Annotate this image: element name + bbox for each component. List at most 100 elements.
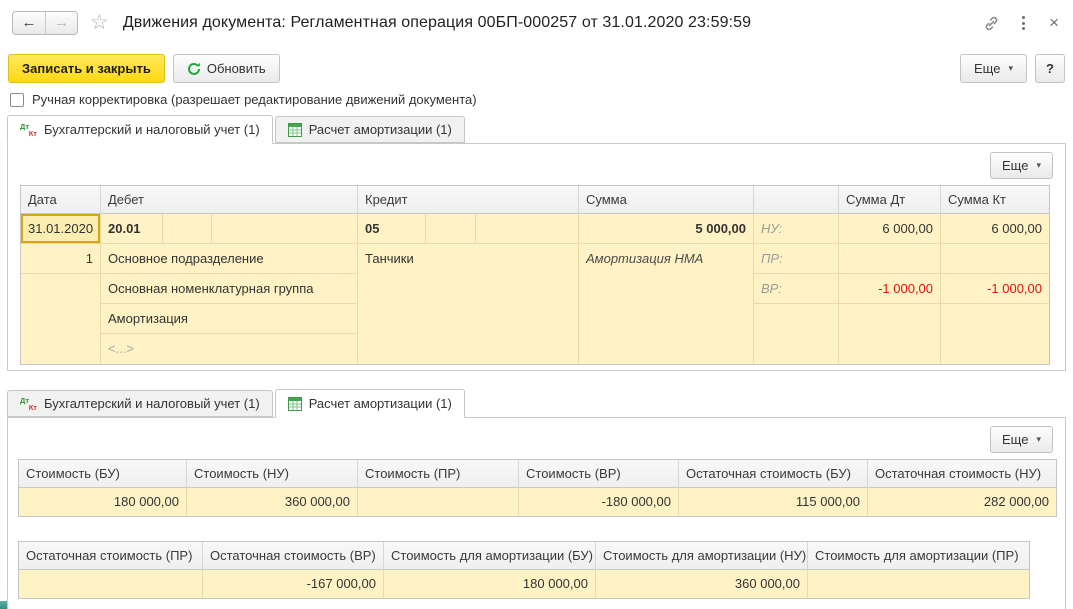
- tab-depreciation-calc[interactable]: Расчет амортизации (1): [275, 116, 465, 143]
- cell-amort-base-bu[interactable]: 180 000,00: [384, 570, 596, 598]
- refresh-button[interactable]: Обновить: [173, 54, 280, 83]
- col-header-amount-kt: Сумма Кт: [941, 186, 1049, 214]
- table-grid-icon: [288, 123, 302, 137]
- col-header-credit: Кредит: [358, 186, 579, 214]
- cell-amount-kt-pr[interactable]: [941, 244, 1049, 274]
- refresh-icon: [187, 62, 201, 76]
- col-header-cost-pr: Стоимость (ПР): [358, 460, 519, 488]
- col-header-debit: Дебет: [101, 186, 358, 214]
- more-label: Еще: [1002, 432, 1028, 447]
- cell-amount-dt-nu[interactable]: 6 000,00: [839, 214, 941, 244]
- tabstrip-movements: ДтКт Бухгалтерский и налоговый учет (1) …: [0, 109, 1073, 143]
- cell-amount-dt-vr[interactable]: -1 000,00: [839, 274, 941, 304]
- col-header-residual-vr: Остаточная стоимость (ВР): [203, 542, 384, 570]
- window-menu-icon[interactable]: [1018, 14, 1029, 32]
- cell-residual-nu[interactable]: 282 000,00: [868, 488, 1056, 516]
- cell-debit-analytics-3[interactable]: Амортизация: [101, 304, 358, 334]
- cell-amort-base-nu[interactable]: 360 000,00: [596, 570, 808, 598]
- cell-credit-sub2[interactable]: [476, 214, 579, 244]
- cell-debit-account[interactable]: 20.01: [101, 214, 163, 244]
- manual-adjustment-row: Ручная корректировка (разрешает редактир…: [0, 83, 1073, 109]
- cell-debit-sub2[interactable]: [212, 214, 358, 244]
- more-label: Еще: [974, 61, 1000, 76]
- cell-tax-label-empty[interactable]: [754, 304, 839, 364]
- cell-amount-kt-nu[interactable]: 6 000,00: [941, 214, 1049, 244]
- cell-credit-sub1[interactable]: [426, 214, 476, 244]
- cost-table: Стоимость (БУ) Стоимость (НУ) Стоимость …: [18, 459, 1057, 517]
- chevron-down-icon: ▾: [1008, 63, 1013, 74]
- cell-debit-analytics-1[interactable]: Основное подразделение: [101, 244, 358, 274]
- cell-credit-analytics[interactable]: Танчики: [358, 244, 579, 364]
- movements-table: Дата Дебет Кредит Сумма Сумма Дт Сумма К…: [20, 185, 1050, 365]
- tab-accounting-label: Бухгалтерский и налоговый учет (1): [44, 396, 260, 411]
- residual-table: Остаточная стоимость (ПР) Остаточная сто…: [18, 541, 1030, 599]
- cell-residual-pr[interactable]: [19, 570, 203, 598]
- cell-amount-dt-empty[interactable]: [839, 304, 941, 364]
- chevron-down-icon: ▾: [1036, 434, 1041, 445]
- tab-accounting-label: Бухгалтерский и налоговый учет (1): [44, 122, 260, 137]
- dtkt-icon: ДтКт: [20, 122, 37, 138]
- col-header-residual-bu: Остаточная стоимость (БУ): [679, 460, 868, 488]
- cell-amount[interactable]: 5 000,00: [579, 214, 754, 244]
- save-and-close-button[interactable]: Записать и закрыть: [8, 54, 165, 83]
- cell-residual-bu[interactable]: 115 000,00: [679, 488, 868, 516]
- cell-credit-account[interactable]: 05: [358, 214, 426, 244]
- tab-depreciation-label: Расчет амортизации (1): [309, 396, 452, 411]
- tab-depreciation-label: Расчет амортизации (1): [309, 122, 452, 137]
- forward-button[interactable]: →: [45, 12, 77, 34]
- help-button[interactable]: ?: [1035, 54, 1065, 83]
- depreciation-panel: Еще ▾ Стоимость (БУ) Стоимость (НУ) Стоим…: [7, 417, 1066, 609]
- main-toolbar: Записать и закрыть Обновить Еще ▾ ?: [0, 46, 1073, 83]
- cell-date[interactable]: 31.01.2020: [21, 214, 101, 244]
- manual-adjustment-label: Ручная корректировка (разрешает редактир…: [32, 92, 477, 107]
- cell-tax-label-vr[interactable]: ВР:: [754, 274, 839, 304]
- cell-debit-sub1[interactable]: [163, 214, 212, 244]
- cell-cost-vr[interactable]: -180 000,00: [519, 488, 679, 516]
- copy-link-icon[interactable]: [983, 15, 1000, 32]
- back-button[interactable]: ←: [13, 12, 45, 34]
- cell-line-number[interactable]: 1: [21, 244, 101, 274]
- col-header-amount: Сумма: [579, 186, 754, 214]
- cell-debit-analytics-2[interactable]: Основная номенклатурная группа: [101, 274, 358, 304]
- col-header-cost-vr: Стоимость (ВР): [519, 460, 679, 488]
- more-button-toolbar[interactable]: Еще ▾: [960, 54, 1027, 83]
- col-header-residual-nu: Остаточная стоимость (НУ): [868, 460, 1056, 488]
- dtkt-icon: ДтКт: [20, 396, 37, 412]
- favorite-star-icon[interactable]: ☆: [90, 11, 109, 35]
- cell-amount-caption[interactable]: Амортизация НМА: [579, 244, 754, 364]
- close-icon[interactable]: ×: [1047, 13, 1061, 33]
- col-header-amort-base-pr: Стоимость для амортизации (ПР): [808, 542, 1029, 570]
- manual-adjustment-checkbox[interactable]: [10, 93, 24, 107]
- cell-amort-base-pr[interactable]: [808, 570, 1029, 598]
- movements-panel: Еще ▾ Дата Дебет Кредит Сумма Сумма Дт Су…: [7, 143, 1066, 371]
- tab-depreciation-calc-2[interactable]: Расчет амортизации (1): [275, 389, 465, 418]
- chevron-down-icon: ▾: [1036, 160, 1041, 171]
- col-header-residual-pr: Остаточная стоимость (ПР): [19, 542, 203, 570]
- more-label: Еще: [1002, 158, 1028, 173]
- cell-date-empty[interactable]: [21, 274, 101, 364]
- more-button-depreciation[interactable]: Еще ▾: [990, 426, 1053, 453]
- cell-debit-analytics-4[interactable]: <...>: [101, 334, 358, 364]
- cell-tax-label-pr[interactable]: ПР:: [754, 244, 839, 274]
- cell-amount-kt-empty[interactable]: [941, 304, 1049, 364]
- col-header-amount-dt: Сумма Дт: [839, 186, 941, 214]
- more-button-movements[interactable]: Еще ▾: [990, 152, 1053, 179]
- cell-residual-vr[interactable]: -167 000,00: [203, 570, 384, 598]
- col-header-extra: [754, 186, 839, 214]
- cell-cost-bu[interactable]: 180 000,00: [19, 488, 187, 516]
- refresh-label: Обновить: [207, 61, 266, 76]
- tabstrip-depreciation: ДтКт Бухгалтерский и налоговый учет (1) …: [0, 383, 1073, 417]
- cell-tax-label-nu[interactable]: НУ:: [754, 214, 839, 244]
- tab-accounting-tax-2[interactable]: ДтКт Бухгалтерский и налоговый учет (1): [7, 390, 273, 417]
- col-header-amort-base-bu: Стоимость для амортизации (БУ): [384, 542, 596, 570]
- window-titlebar: ← → ☆ Движения документа: Регламентная о…: [0, 0, 1073, 46]
- cell-cost-pr[interactable]: [358, 488, 519, 516]
- col-header-amort-base-nu: Стоимость для амортизации (НУ): [596, 542, 808, 570]
- tab-accounting-tax[interactable]: ДтКт Бухгалтерский и налоговый учет (1): [7, 115, 273, 144]
- cell-amount-kt-vr[interactable]: -1 000,00: [941, 274, 1049, 304]
- col-header-cost-nu: Стоимость (НУ): [187, 460, 358, 488]
- table-grid-icon: [288, 397, 302, 411]
- cell-cost-nu[interactable]: 360 000,00: [187, 488, 358, 516]
- history-nav: ← →: [12, 11, 78, 35]
- cell-amount-dt-pr[interactable]: [839, 244, 941, 274]
